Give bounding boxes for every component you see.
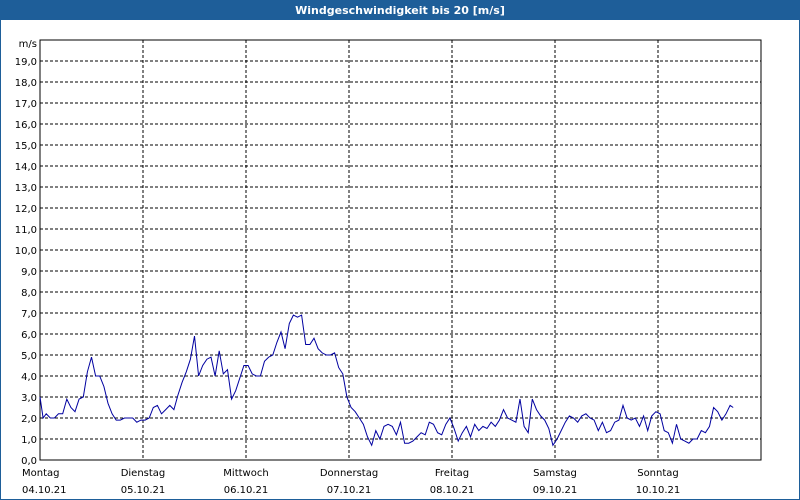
y-axis-ticks: 0,0 1,0 2,0 3,0 4,0 5,0 6,0 7,0 8,0 9,0 10,0 11,0 12…	[15, 57, 37, 467]
x-date-label: 04.10.21	[22, 485, 67, 496]
y-tick-label: 7,0	[21, 309, 37, 320]
y-tick-label: 19,0	[15, 57, 37, 68]
y-axis-label: m/s	[19, 39, 37, 50]
y-tick-label: 15,0	[15, 141, 37, 152]
x-date-label: 10.10.21	[636, 485, 681, 496]
y-tick-label: 17,0	[15, 99, 37, 110]
y-tick-label: 0,0	[21, 456, 37, 467]
y-tick-label: 13,0	[15, 183, 37, 194]
y-tick-label: 6,0	[21, 330, 37, 341]
x-weekday-label: Samstag	[533, 468, 577, 479]
x-weekday-label: Sonntag	[637, 468, 679, 479]
y-tick-label: 16,0	[15, 120, 37, 131]
y-tick-label: 1,0	[21, 435, 37, 446]
y-tick-label: 3,0	[21, 393, 37, 404]
y-tick-label: 5,0	[21, 351, 37, 362]
x-weekday-label: Montag	[22, 468, 59, 479]
y-tick-label: 12,0	[15, 204, 37, 215]
x-axis-labels: Montag 04.10.21 Dienstag 05.10.21 Mittwoch 06…	[22, 468, 680, 496]
y-tick-label: 14,0	[15, 162, 37, 173]
x-date-label: 05.10.21	[121, 485, 166, 496]
x-weekday-label: Freitag	[435, 468, 469, 479]
x-weekday-label: Donnerstag	[320, 468, 378, 479]
y-tick-label: 2,0	[21, 414, 37, 425]
x-date-label: 07.10.21	[327, 485, 372, 496]
y-tick-label: 11,0	[15, 225, 37, 236]
x-date-label: 09.10.21	[533, 485, 578, 496]
x-date-label: 06.10.21	[224, 485, 269, 496]
x-date-label: 08.10.21	[430, 485, 475, 496]
y-tick-label: 4,0	[21, 372, 37, 383]
y-tick-label: 8,0	[21, 288, 37, 299]
y-tick-label: 18,0	[15, 78, 37, 89]
x-weekday-label: Mittwoch	[223, 468, 268, 479]
y-tick-label: 10,0	[15, 246, 37, 257]
y-tick-label: 9,0	[21, 267, 37, 278]
x-weekday-label: Dienstag	[121, 468, 166, 479]
wind-speed-chart: 0,0 1,0 2,0 3,0 4,0 5,0 6,0 7,0 8,0 9,0 10,0 11,0 12…	[15, 39, 762, 496]
